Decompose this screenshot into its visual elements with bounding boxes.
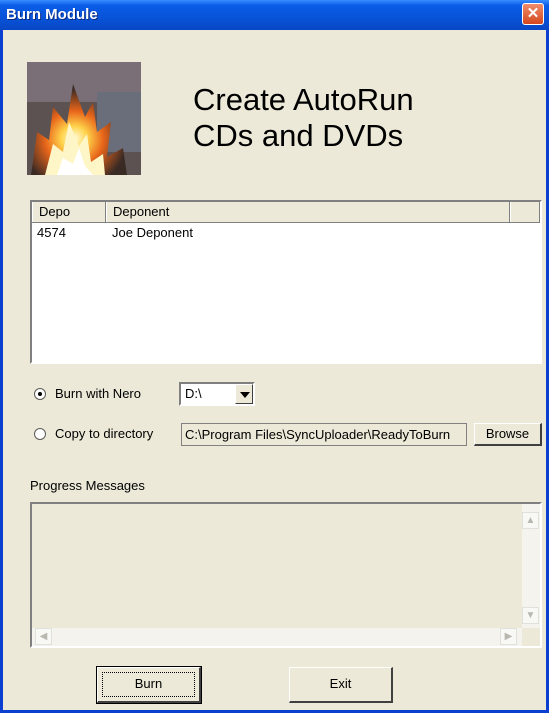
close-icon: ✕ (526, 5, 540, 22)
column-header-deponent[interactable]: Deponent (106, 202, 510, 222)
directory-path-value: C:\Program Files\SyncUploader\ReadyToBur… (185, 427, 451, 442)
scroll-right-button[interactable]: ▶ (500, 628, 517, 645)
list-row[interactable]: 4574 Joe Deponent (32, 224, 540, 242)
burn-button[interactable]: Burn (96, 666, 202, 704)
column-header-depo[interactable]: Depo (32, 202, 106, 222)
progress-messages-label: Progress Messages (30, 478, 145, 493)
drive-select-value: D:\ (185, 386, 202, 401)
deponent-list[interactable]: Depo Deponent 4574 Joe Deponent (30, 200, 542, 364)
headline-line-1: Create AutoRun (193, 82, 414, 117)
scroll-down-button[interactable]: ▼ (522, 607, 539, 624)
copy-to-directory-radio[interactable] (34, 428, 46, 440)
radio-selected-dot (38, 392, 42, 396)
scroll-up-button[interactable]: ▲ (522, 512, 539, 529)
burn-with-nero-radio[interactable] (34, 388, 46, 400)
cell-depo: 4574 (37, 225, 66, 240)
close-button[interactable]: ✕ (522, 3, 544, 25)
fire-icon (27, 62, 141, 175)
focus-rectangle (102, 672, 195, 697)
copy-to-directory-label[interactable]: Copy to directory (55, 426, 153, 441)
headline: Create AutoRun CDs and DVDs (193, 82, 513, 154)
progress-messages-box[interactable]: ▲ ▼ ◀ ▶ (30, 502, 542, 648)
column-header-empty[interactable] (510, 202, 540, 222)
exit-button[interactable]: Exit (289, 667, 393, 703)
drive-select[interactable]: D:\ (179, 382, 255, 406)
window-title: Burn Module (6, 6, 98, 23)
scrollbar-corner (522, 628, 540, 646)
title-bar[interactable]: Burn Module ✕ (0, 0, 549, 30)
browse-button[interactable]: Browse (474, 423, 542, 446)
burn-with-nero-label[interactable]: Burn with Nero (55, 386, 141, 401)
cell-deponent: Joe Deponent (112, 225, 193, 240)
list-header: Depo Deponent (32, 202, 540, 223)
horizontal-scrollbar[interactable]: ◀ ▶ (32, 628, 522, 646)
directory-path-field[interactable]: C:\Program Files\SyncUploader\ReadyToBur… (181, 423, 467, 446)
scroll-left-button[interactable]: ◀ (35, 628, 52, 645)
burn-module-window: Burn Module ✕ Create AutoRun CDs and DVD… (0, 0, 549, 713)
drive-dropdown-button[interactable] (235, 384, 253, 404)
headline-line-2: CDs and DVDs (193, 118, 404, 153)
vertical-scrollbar[interactable]: ▲ ▼ (522, 504, 540, 628)
chevron-down-icon (240, 392, 250, 398)
